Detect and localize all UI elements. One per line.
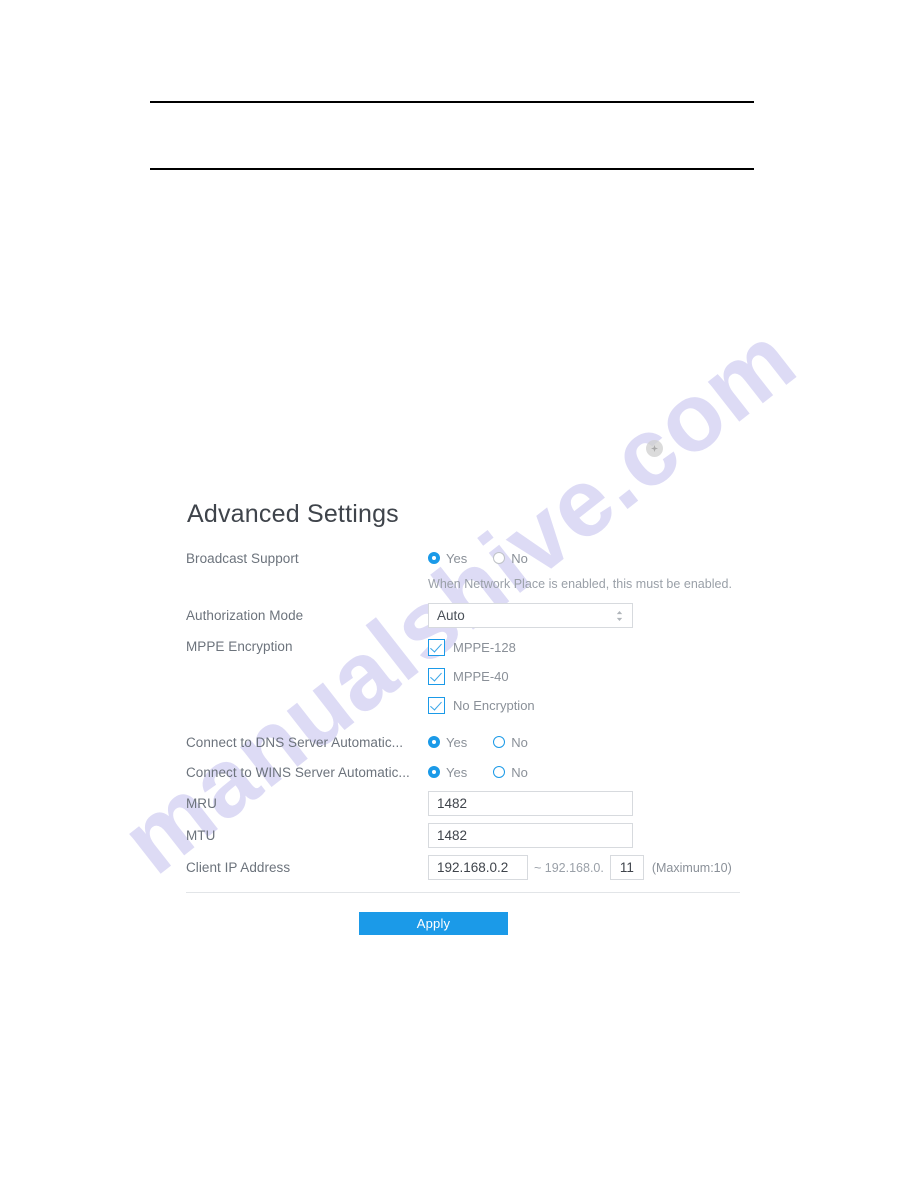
apply-button[interactable]: Apply (359, 912, 508, 935)
radio-dns-auto-no[interactable]: No (493, 735, 528, 750)
chevron-updown-icon (615, 609, 624, 622)
checkbox-group-mppe-encryption: MPPE-128 MPPE-40 No Encryption (428, 636, 535, 723)
page-header-rule-bottom (150, 168, 754, 170)
radio-wins-auto-no[interactable]: No (493, 765, 528, 780)
radio-label-no: No (511, 764, 528, 780)
radio-label-yes: Yes (446, 550, 468, 566)
checkbox-mppe-40[interactable]: MPPE-40 (428, 665, 535, 687)
mru-input[interactable]: 1482 (428, 791, 633, 816)
radio-label-no: No (511, 550, 528, 566)
page-header-rule-top (150, 101, 754, 103)
radio-dns-auto-yes[interactable]: Yes (428, 735, 467, 750)
radio-label-yes: Yes (446, 734, 468, 750)
radio-dot-icon (428, 552, 440, 564)
radio-dot-icon (428, 736, 440, 748)
label-client-ip-address: Client IP Address (186, 860, 291, 875)
label-mtu: MTU (186, 828, 216, 843)
radio-label-no: No (511, 734, 528, 750)
radio-dot-icon (493, 736, 506, 748)
client-ip-maximum-note: (Maximum:10) (651, 860, 732, 875)
page-title: Advanced Settings (187, 500, 399, 528)
radio-group-connect-wins-auto: Yes No (428, 765, 554, 780)
row-client-ip-address: Client IP Address 192.168.0.2 ~ 192.168.… (186, 855, 746, 880)
client-ip-start-input[interactable]: 192.168.0.2 (428, 855, 528, 880)
radio-label-yes: Yes (446, 764, 468, 780)
radio-dot-icon (428, 766, 440, 778)
label-authorization-mode: Authorization Mode (186, 608, 304, 623)
mtu-input[interactable]: 1482 (428, 823, 633, 848)
radio-dot-icon (493, 552, 506, 564)
radio-group-connect-dns-auto: Yes No (428, 735, 554, 750)
radio-group-broadcast-support: Yes No (428, 551, 554, 566)
row-mru: MRU 1482 (186, 791, 746, 816)
checkmark-icon (428, 667, 445, 685)
radio-broadcast-support-no[interactable]: No (493, 551, 528, 566)
advanced-settings-panel: Advanced Settings Broadcast Support Yes … (186, 500, 746, 935)
row-broadcast-support: Broadcast Support Yes No (186, 547, 746, 569)
label-mppe-encryption: MPPE Encryption (186, 639, 293, 654)
row-broadcast-support-hint: When Network Place is enabled, this must… (186, 577, 746, 591)
client-ip-range: 192.168.0.2 ~ 192.168.0. 11 (Maximum:10) (428, 855, 732, 880)
checkbox-label-no-encryption: No Encryption (453, 697, 535, 713)
checkbox-mppe-128[interactable]: MPPE-128 (428, 636, 535, 658)
row-mppe-encryption: MPPE Encryption MPPE-128 MPPE-40 No Encr… (186, 636, 746, 723)
row-connect-dns-auto: Connect to DNS Server Automatic... Yes N… (186, 731, 746, 753)
row-connect-wins-auto: Connect to WINS Server Automatic... Yes … (186, 761, 746, 783)
panel-divider (186, 892, 740, 893)
radio-wins-auto-yes[interactable]: Yes (428, 765, 467, 780)
client-ip-separator: ~ 192.168.0. (534, 860, 604, 875)
client-ip-end-input[interactable]: 11 (609, 855, 644, 880)
label-broadcast-support: Broadcast Support (186, 550, 299, 566)
hint-broadcast-support: When Network Place is enabled, this must… (428, 577, 732, 591)
asterisk-badge-icon (646, 440, 663, 457)
select-authorization-mode[interactable]: Auto (428, 603, 633, 628)
row-mtu: MTU 1482 (186, 823, 746, 848)
checkbox-label-mppe-40: MPPE-40 (453, 668, 509, 684)
label-connect-wins-auto: Connect to WINS Server Automatic... (186, 764, 410, 780)
checkbox-no-encryption[interactable]: No Encryption (428, 694, 535, 716)
checkmark-icon (428, 696, 445, 714)
label-connect-dns-auto: Connect to DNS Server Automatic... (186, 734, 404, 750)
page-header-blank-area (150, 104, 754, 166)
checkbox-label-mppe-128: MPPE-128 (453, 639, 516, 655)
radio-broadcast-support-yes[interactable]: Yes (428, 551, 467, 566)
select-authorization-mode-value: Auto (437, 608, 465, 623)
hint-spacer (186, 577, 428, 591)
apply-button-container: Apply (186, 912, 746, 935)
row-authorization-mode: Authorization Mode Auto (186, 603, 746, 628)
radio-dot-icon (493, 766, 506, 778)
checkmark-icon (428, 638, 445, 656)
label-mru: MRU (186, 796, 217, 811)
